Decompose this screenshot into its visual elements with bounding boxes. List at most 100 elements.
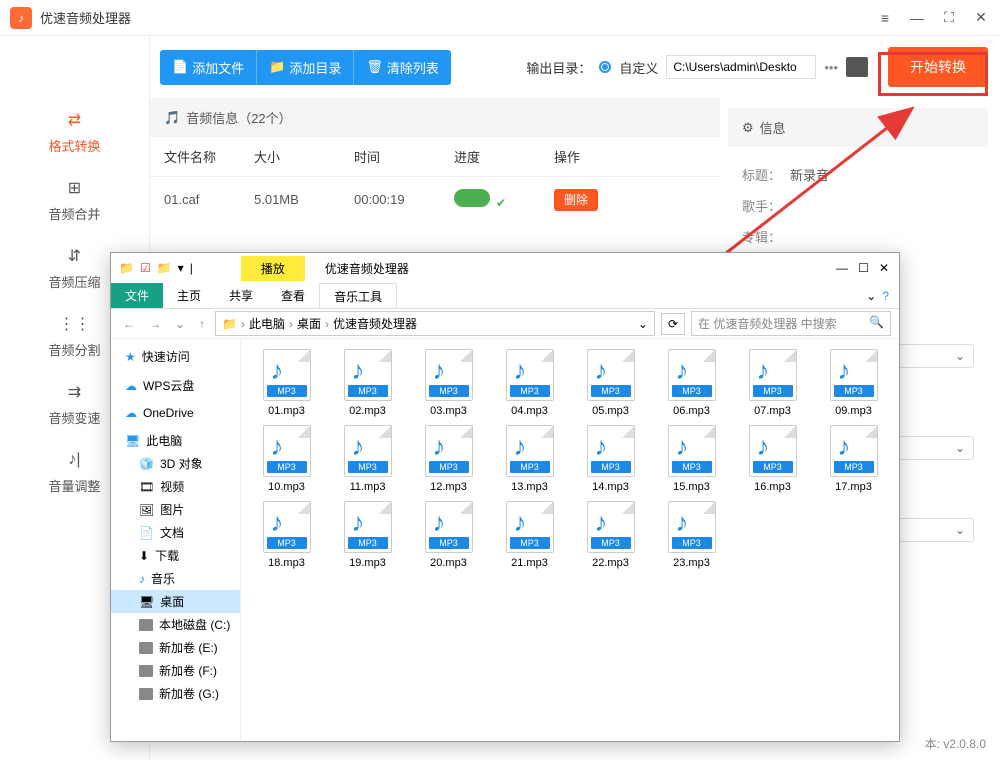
- explorer-nav: ← → ⌄ ↑ 📁› 此电脑› 桌面› 优速音频处理器 ⌄ ⟳ 在 优速音频处理…: [111, 309, 899, 339]
- file-item[interactable]: ♪MP321.mp3: [490, 501, 569, 569]
- delete-button[interactable]: 删除: [554, 189, 598, 211]
- tree-video[interactable]: 🎞视频: [111, 475, 240, 498]
- tree-gdisk[interactable]: 新加卷 (G:): [111, 682, 240, 705]
- file-name: 06.mp3: [673, 405, 710, 417]
- toolbar: 📄 添加文件 📁 添加目录 🗑 清除列表 输出目录： 自定义 ••• 开始转换: [0, 36, 1000, 98]
- play-tab[interactable]: 播放: [241, 256, 305, 281]
- explorer-search-input[interactable]: 在 优速音频处理器 中搜索🔍: [691, 311, 891, 336]
- search-icon: 🔍: [869, 315, 884, 332]
- col-size: 大小: [254, 147, 354, 166]
- file-name: 01.mp3: [268, 405, 305, 417]
- file-item[interactable]: ♪MP316.mp3: [733, 425, 812, 493]
- add-dir-button[interactable]: 📁 添加目录: [257, 50, 354, 85]
- file-item[interactable]: ♪MP313.mp3: [490, 425, 569, 493]
- file-item[interactable]: ♪MP307.mp3: [733, 349, 812, 417]
- file-name: 03.mp3: [430, 405, 467, 417]
- tab-view[interactable]: 查看: [267, 283, 319, 308]
- file-name: 09.mp3: [835, 405, 872, 417]
- tree-cdisk[interactable]: 本地磁盘 (C:): [111, 613, 240, 636]
- file-item[interactable]: ♪MP320.mp3: [409, 501, 488, 569]
- tab-music-tools[interactable]: 音乐工具: [319, 283, 397, 309]
- mp3-file-icon: ♪MP3: [263, 349, 311, 401]
- mp3-file-icon: ♪MP3: [668, 349, 716, 401]
- start-convert-button[interactable]: 开始转换: [888, 47, 988, 87]
- add-file-button[interactable]: 📄 添加文件: [160, 50, 257, 85]
- tab-home[interactable]: 主页: [163, 283, 215, 308]
- breadcrumb[interactable]: 📁› 此电脑› 桌面› 优速音频处理器 ⌄: [215, 311, 655, 336]
- explorer-title: 优速音频处理器: [325, 260, 409, 277]
- explorer-ribbon-tabs: 文件 主页 共享 查看 音乐工具 ⌄?: [111, 283, 899, 309]
- mp3-file-icon: ♪MP3: [749, 425, 797, 477]
- file-item[interactable]: ♪MP312.mp3: [409, 425, 488, 493]
- tree-pictures[interactable]: 🖼图片: [111, 498, 240, 521]
- file-item[interactable]: ♪MP315.mp3: [652, 425, 731, 493]
- tree-downloads[interactable]: ⬇下载: [111, 544, 240, 567]
- file-item[interactable]: ♪MP319.mp3: [328, 501, 407, 569]
- table-row[interactable]: 01.caf 5.01MB 00:00:19 ✔ 删除: [150, 177, 720, 222]
- titlebar: ♪ 优速音频处理器 ≡ — ⛶ ✕: [0, 0, 1000, 36]
- chevron-down-icon: ⌄: [955, 523, 965, 537]
- file-name: 17.mp3: [835, 481, 872, 493]
- file-item[interactable]: ♪MP311.mp3: [328, 425, 407, 493]
- file-item[interactable]: ♪MP317.mp3: [814, 425, 893, 493]
- tree-3d[interactable]: 🧊3D 对象: [111, 452, 240, 475]
- file-item[interactable]: ♪MP318.mp3: [247, 501, 326, 569]
- exp-minimize-icon[interactable]: —: [836, 261, 848, 275]
- file-item[interactable]: ♪MP314.mp3: [571, 425, 650, 493]
- mp3-file-icon: ♪MP3: [506, 501, 554, 553]
- help-icon[interactable]: ?: [882, 289, 889, 303]
- tree-music[interactable]: ♪音乐: [111, 567, 240, 590]
- clear-list-button[interactable]: 🗑 清除列表: [354, 50, 451, 85]
- file-item[interactable]: ♪MP3 06.mp3: [652, 349, 731, 417]
- file-item[interactable]: ♪MP304.mp3: [490, 349, 569, 417]
- sidebar-item-format[interactable]: ⇄格式转换: [0, 98, 149, 166]
- tree-onedrive[interactable]: ☁OneDrive: [111, 403, 240, 423]
- exp-close-icon[interactable]: ✕: [879, 261, 889, 275]
- file-item[interactable]: ♪MP302.mp3: [328, 349, 407, 417]
- refresh-button[interactable]: ⟳: [661, 313, 685, 335]
- tree-wps[interactable]: ☁WPS云盘: [111, 374, 240, 397]
- mp3-file-icon: ♪MP3: [668, 425, 716, 477]
- tree-fdisk[interactable]: 新加卷 (F:): [111, 659, 240, 682]
- file-item[interactable]: ♪MP3 01.mp3: [247, 349, 326, 417]
- mp3-file-icon: ♪MP3: [263, 501, 311, 553]
- cell-progress: ✔: [454, 189, 554, 210]
- exp-maximize-icon[interactable]: ☐: [858, 261, 869, 275]
- file-item[interactable]: ♪MP309.mp3: [814, 349, 893, 417]
- output-path-input[interactable]: [666, 55, 816, 79]
- nav-history-icon[interactable]: ⌄: [171, 317, 189, 331]
- browse-folder-button[interactable]: [846, 57, 868, 77]
- file-item[interactable]: ♪MP305.mp3: [571, 349, 650, 417]
- tree-this-pc[interactable]: 🖥此电脑: [111, 429, 240, 452]
- tree-desktop[interactable]: 🖥桌面: [111, 590, 240, 613]
- compress-icon: ⇵: [65, 246, 85, 266]
- nav-forward-icon[interactable]: →: [145, 317, 165, 331]
- file-item[interactable]: ♪MP323.mp3: [652, 501, 731, 569]
- mp3-file-icon: ♪MP3: [506, 425, 554, 477]
- nav-back-icon[interactable]: ←: [119, 317, 139, 331]
- minimize-icon[interactable]: —: [908, 9, 926, 27]
- tab-share[interactable]: 共享: [215, 283, 267, 308]
- tree-edisk[interactable]: 新加卷 (E:): [111, 636, 240, 659]
- menu-icon[interactable]: ≡: [876, 9, 894, 27]
- maximize-icon[interactable]: ⛶: [940, 9, 958, 27]
- tab-file[interactable]: 文件: [111, 283, 163, 308]
- nav-up-icon[interactable]: ↑: [195, 317, 209, 331]
- more-icon[interactable]: •••: [824, 60, 838, 75]
- custom-radio[interactable]: [599, 61, 611, 73]
- tree-quick-access[interactable]: ★快速访问: [111, 345, 240, 368]
- output-label: 输出目录：: [526, 58, 591, 77]
- app-title: 优速音频处理器: [40, 8, 131, 27]
- ribbon-chevron-icon[interactable]: ⌄: [866, 289, 876, 303]
- tree-documents[interactable]: 📄文档: [111, 521, 240, 544]
- file-item[interactable]: ♪MP303.mp3: [409, 349, 488, 417]
- sidebar-item-merge[interactable]: ⊞音频合并: [0, 166, 149, 234]
- cell-time: 00:00:19: [354, 192, 454, 207]
- close-icon[interactable]: ✕: [972, 9, 990, 27]
- file-name: 02.mp3: [349, 405, 386, 417]
- folder-icon: 📁: [119, 261, 134, 275]
- folder-icon: 📁: [222, 317, 237, 331]
- file-item[interactable]: ♪MP322.mp3: [571, 501, 650, 569]
- mp3-file-icon: ♪MP3: [749, 349, 797, 401]
- file-item[interactable]: ♪MP310.mp3: [247, 425, 326, 493]
